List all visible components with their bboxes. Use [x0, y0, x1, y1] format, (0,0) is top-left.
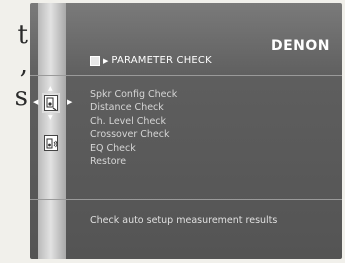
menu-item-crossover-check[interactable]: Crossover Check	[90, 128, 177, 141]
page-text-line: ,	[19, 50, 28, 80]
divider	[30, 199, 342, 200]
header-arrow-icon: ▶	[103, 56, 109, 65]
parameter-icon	[90, 55, 100, 66]
menu-item-restore[interactable]: Restore	[90, 155, 177, 168]
divider	[30, 75, 342, 76]
menu-item-eq-check[interactable]: EQ Check	[90, 142, 177, 155]
up-arrow-icon[interactable]: ▲	[48, 86, 53, 92]
brand-logo: DENON	[270, 38, 330, 54]
down-arrow-icon[interactable]: ▼	[48, 115, 53, 121]
speaker-volume-icon[interactable]	[44, 135, 58, 151]
menu-item-spkr-config-check[interactable]: Spkr Config Check	[90, 88, 177, 101]
left-arrow-icon[interactable]: ◀	[33, 99, 38, 106]
speaker-setup-icon[interactable]	[44, 95, 58, 111]
parameter-menu: Spkr Config Check Distance Check Ch. Lev…	[90, 88, 177, 168]
menu-item-distance-check[interactable]: Distance Check	[90, 101, 177, 114]
osd-screen: ◀ ▶ ▲ ▼ DENON ▶ PARAMETER CHECK Spkr Con…	[30, 3, 342, 259]
page-text-line: s	[14, 82, 28, 112]
page-text-line: t	[17, 20, 28, 50]
status-message: Check auto setup measurement results	[90, 215, 278, 226]
menu-item-ch-level-check[interactable]: Ch. Level Check	[90, 115, 177, 128]
right-arrow-icon[interactable]: ▶	[67, 99, 72, 106]
page-text-fragment: t , s	[0, 0, 30, 263]
page-header: ▶ PARAMETER CHECK	[90, 55, 212, 66]
page-title: PARAMETER CHECK	[111, 55, 212, 66]
menu-tab-strip	[38, 3, 66, 259]
